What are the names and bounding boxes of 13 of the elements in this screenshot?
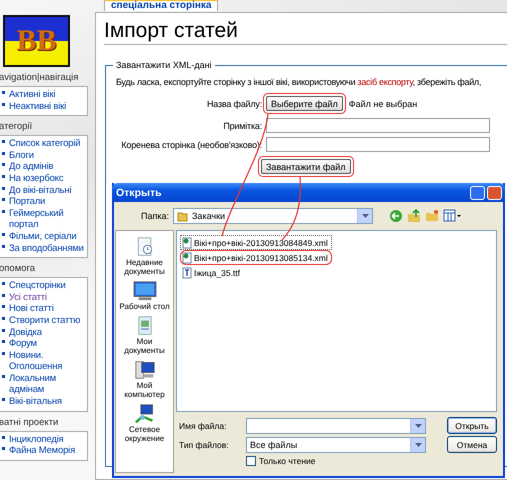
field-label: Примітка: (222, 120, 262, 130)
field-label: Назва файлу: (206, 98, 262, 108)
read-only-label: Только чтение (259, 456, 316, 466)
fieldset-legend: Завантажити XML-дані (113, 60, 215, 70)
sidebar-heading: ватні проекти (0, 416, 60, 429)
file-type-label: Тип файлов: (178, 440, 230, 450)
intro-text: Будь ласка, експортуйте сторінку з іншої вікі, використовуючи засіб експорту, збережіть файл, (116, 77, 482, 87)
file-name-label: Имя файла: (178, 420, 228, 430)
page-title: Імпорт статей (104, 19, 507, 45)
dialog-title: Открыть (116, 186, 163, 198)
folder-label: Папка: (140, 211, 169, 221)
file-status: Файл не выбран (348, 98, 418, 108)
folder-name: Закачки (192, 211, 226, 221)
